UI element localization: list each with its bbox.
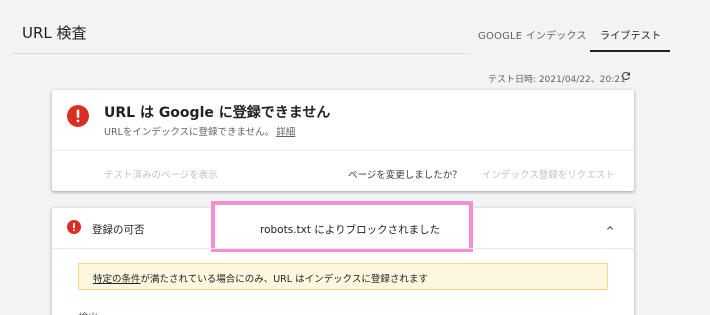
conditions-notice: 特定の条件が満たされている場合にのみ、URL はインデックスに登録されます bbox=[78, 263, 608, 290]
tab-live-test[interactable]: ライブテスト bbox=[600, 27, 661, 42]
notice-text: 特定の条件が満たされている場合にのみ、URL はインデックスに登録されます bbox=[93, 271, 428, 285]
status-card: URL は Google に登録できません URLをインデックスに登録できません… bbox=[52, 90, 634, 191]
view-tested-page-button[interactable]: テスト済みのページを表示 bbox=[104, 167, 218, 181]
header-divider bbox=[12, 53, 470, 54]
discovery-label: 検出 bbox=[78, 309, 98, 315]
availability-label: 登録の可否 bbox=[92, 224, 145, 236]
status-subtitle: URLをインデックスに登録できません。 詳細 bbox=[104, 124, 295, 138]
page-changed-question: ページを変更しましたか？ bbox=[348, 170, 462, 181]
status-title: URL は Google に登録できません bbox=[104, 105, 331, 121]
notice-rest: が満たされている場合にのみ、URL はインデックスに登録されます bbox=[140, 274, 428, 285]
request-indexing-button[interactable]: インデックス登録をリクエスト bbox=[482, 167, 615, 181]
top-bar: URL 検査 GOOGLE インデックス ライブテスト bbox=[0, 0, 710, 56]
page-title: URL 検査 bbox=[22, 24, 87, 42]
availability-card: 登録の可否 robots.txt によりブロックされました 特定の条件が満たされ… bbox=[52, 201, 634, 315]
card-divider bbox=[52, 150, 634, 151]
status-subtitle-text: URLをインデックスに登録できません。 bbox=[104, 127, 275, 138]
chevron-up-icon[interactable] bbox=[604, 222, 616, 234]
detail-link[interactable]: 詳細 bbox=[276, 127, 295, 138]
test-timestamp: テスト日時: 2021/04/22、20:21 bbox=[488, 75, 626, 85]
refresh-icon[interactable] bbox=[620, 70, 632, 82]
error-icon-small bbox=[67, 220, 81, 234]
active-tab-indicator bbox=[590, 50, 670, 52]
conditions-link[interactable]: 特定の条件 bbox=[93, 274, 141, 285]
section-divider bbox=[52, 248, 634, 249]
error-icon bbox=[67, 105, 89, 127]
availability-value: robots.txt によりブロックされました bbox=[260, 224, 441, 236]
tab-google-index[interactable]: GOOGLE インデックス bbox=[478, 27, 587, 42]
